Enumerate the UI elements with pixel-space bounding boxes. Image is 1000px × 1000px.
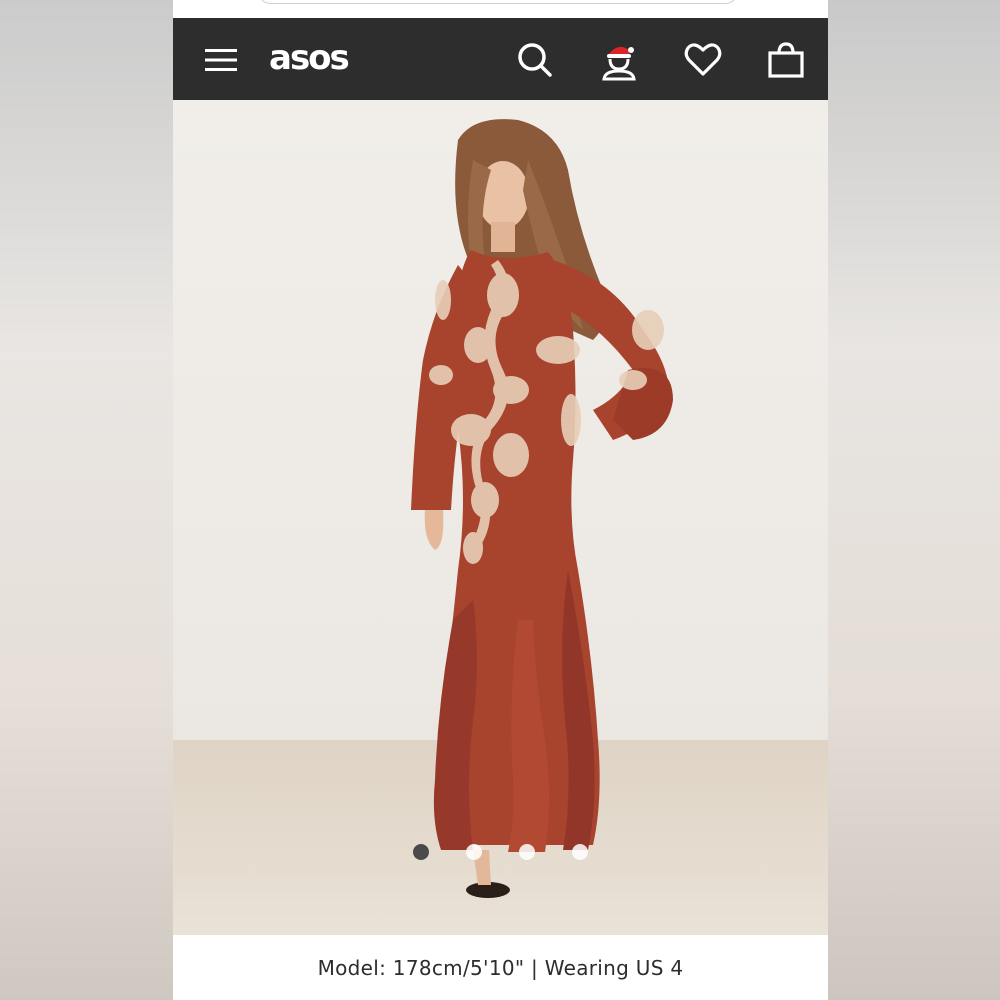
model-size-caption: Model: 178cm/5'10" | Wearing US 4 xyxy=(173,935,828,1000)
mobile-screen: asos Model: 178cm/5'10" | Wearing US 4 xyxy=(173,0,828,1000)
carousel-dot[interactable] xyxy=(572,844,588,860)
menu-button[interactable] xyxy=(199,38,243,82)
product-photo[interactable] xyxy=(173,100,828,935)
search-icon xyxy=(518,43,552,77)
bag-button[interactable] xyxy=(764,38,808,82)
carousel-dot[interactable] xyxy=(466,844,482,860)
search-button[interactable] xyxy=(513,38,557,82)
carousel-dot[interactable] xyxy=(413,844,429,860)
brand-logo[interactable]: asos xyxy=(269,36,350,80)
heart-icon xyxy=(684,43,722,76)
carousel-dot[interactable] xyxy=(519,844,535,860)
carousel-dots xyxy=(405,844,605,864)
blurred-background-left xyxy=(0,0,173,1000)
account-santa-icon xyxy=(602,46,636,81)
blurred-background-right xyxy=(828,0,1000,1000)
account-button[interactable] xyxy=(597,38,641,82)
product-image-gallery[interactable] xyxy=(173,100,828,935)
address-bar[interactable] xyxy=(257,0,739,4)
header-bar: asos xyxy=(173,18,828,100)
saved-items-button[interactable] xyxy=(681,38,725,82)
bag-icon xyxy=(768,42,804,78)
menu-icon xyxy=(205,49,237,71)
